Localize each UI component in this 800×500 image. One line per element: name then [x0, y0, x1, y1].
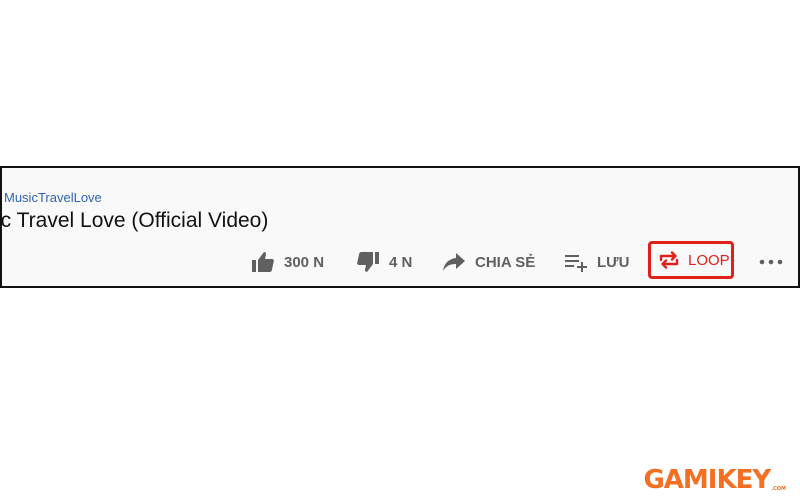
thumbs-down-icon — [357, 252, 379, 272]
more-actions-button[interactable] — [759, 250, 783, 274]
loop-button[interactable]: LOOP — [648, 241, 734, 279]
channel-link[interactable]: MusicTravelLove — [4, 190, 102, 205]
watermark-text: GAMIKEY — [643, 465, 771, 495]
share-label: CHIA SẺ — [475, 253, 536, 271]
like-button[interactable]: 300 N — [251, 250, 324, 274]
save-label: LƯU — [597, 253, 630, 271]
share-button[interactable]: CHIA SẺ — [442, 250, 535, 274]
video-info-panel: MusicTravelLove ic Travel Love (Official… — [0, 166, 800, 288]
watermark-subtext: .COM — [771, 486, 786, 492]
video-title: ic Travel Love (Official Video) — [0, 209, 269, 232]
share-arrow-icon — [443, 253, 465, 271]
save-button[interactable]: LƯU — [564, 250, 629, 274]
like-count: 300 N — [284, 253, 325, 271]
thumbs-up-icon — [252, 252, 274, 272]
dislike-count: 4 N — [389, 253, 413, 271]
loop-icon — [659, 251, 679, 269]
playlist-add-icon — [565, 255, 587, 272]
watermark-logo: GAMIKEY .COM — [643, 466, 786, 494]
more-horizontal-icon — [759, 259, 783, 265]
loop-label: LOOP — [688, 251, 730, 269]
dislike-button[interactable]: 4 N — [356, 250, 412, 274]
